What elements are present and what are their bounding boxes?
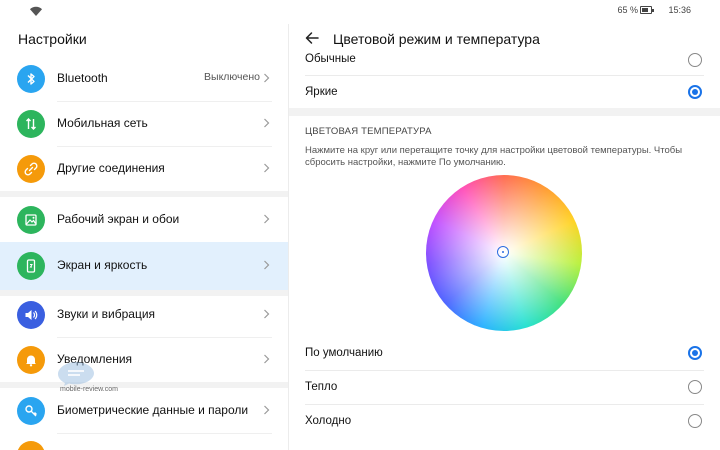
chevron-right-icon — [264, 214, 270, 224]
display-icon — [17, 252, 45, 280]
option-label: Тепло — [305, 381, 338, 393]
chevron-right-icon — [264, 309, 270, 319]
bluetooth-icon — [17, 65, 45, 93]
chevron-right-icon — [264, 260, 270, 270]
option-label: Холодно — [305, 415, 352, 427]
settings-item-label: Экран и яркость — [57, 258, 148, 272]
color-picker-handle[interactable] — [497, 246, 509, 258]
option-label: Яркие — [305, 86, 338, 98]
settings-item-label: Bluetooth — [57, 71, 108, 85]
radio-button[interactable] — [688, 380, 702, 394]
radio-button-selected[interactable] — [688, 346, 702, 360]
temperature-option-warm[interactable]: Тепло — [289, 371, 720, 405]
temperature-section-title: ЦВЕТОВАЯ ТЕМПЕРАТУРА — [305, 126, 432, 137]
sound-icon — [17, 301, 45, 329]
watermark-text: mobile-review.com — [60, 386, 118, 393]
settings-item-label: Биометрические данные и пароли — [57, 403, 249, 417]
settings-title: Настройки — [18, 31, 87, 47]
chevron-right-icon — [264, 405, 270, 415]
settings-item-home-screen[interactable]: Рабочий экран и обои — [0, 197, 288, 243]
settings-item-label: Звуки и вибрация — [57, 307, 156, 321]
option-label: Обычные — [305, 53, 356, 65]
settings-item-label: Другие соединения — [57, 161, 165, 175]
option-label: По умолчанию — [305, 347, 383, 359]
settings-item-sounds[interactable]: Звуки и вибрация — [0, 292, 288, 338]
settings-item-next[interactable] — [0, 434, 288, 450]
mobile-data-icon — [17, 110, 45, 138]
radio-button[interactable] — [688, 414, 702, 428]
settings-item-bluetooth[interactable]: Bluetooth Выключено — [0, 56, 288, 102]
app-icon — [17, 441, 45, 450]
settings-item-notifications[interactable]: Уведомления — [0, 337, 288, 383]
mode-option-vivid[interactable]: Яркие — [289, 76, 720, 110]
chevron-right-icon — [264, 354, 270, 364]
bell-icon — [17, 346, 45, 374]
section-separator — [289, 108, 720, 116]
settings-item-label: Мобильная сеть — [57, 116, 148, 130]
radio-button[interactable] — [688, 53, 702, 67]
watermark: mobile-review.com — [54, 360, 124, 400]
wallpaper-icon — [17, 206, 45, 234]
settings-item-biometrics[interactable]: Биометрические данные и пароли — [0, 388, 288, 434]
link-icon — [17, 155, 45, 183]
settings-item-display[interactable]: Экран и яркость — [0, 242, 288, 290]
settings-pane: Настройки Bluetooth Выключено Мобильная … — [0, 0, 288, 450]
chevron-right-icon — [264, 118, 270, 128]
temperature-option-cold[interactable]: Холодно — [289, 405, 720, 439]
mode-option-normal[interactable]: Обычные — [289, 42, 720, 76]
settings-item-other-connections[interactable]: Другие соединения — [0, 146, 288, 192]
settings-item-mobile-network[interactable]: Мобильная сеть — [0, 101, 288, 147]
chevron-right-icon — [264, 73, 270, 83]
watermark-logo-icon — [58, 362, 94, 386]
chevron-right-icon — [264, 163, 270, 173]
settings-item-value: Выключено — [204, 71, 260, 83]
detail-pane: Цветовой режим и температура Обычные Ярк… — [289, 0, 720, 450]
radio-button-selected[interactable] — [688, 85, 702, 99]
settings-item-label: Рабочий экран и обои — [57, 212, 180, 226]
temperature-description: Нажмите на круг или перетащите точку для… — [305, 145, 683, 168]
temperature-option-default[interactable]: По умолчанию — [289, 337, 720, 371]
key-icon — [17, 397, 45, 425]
